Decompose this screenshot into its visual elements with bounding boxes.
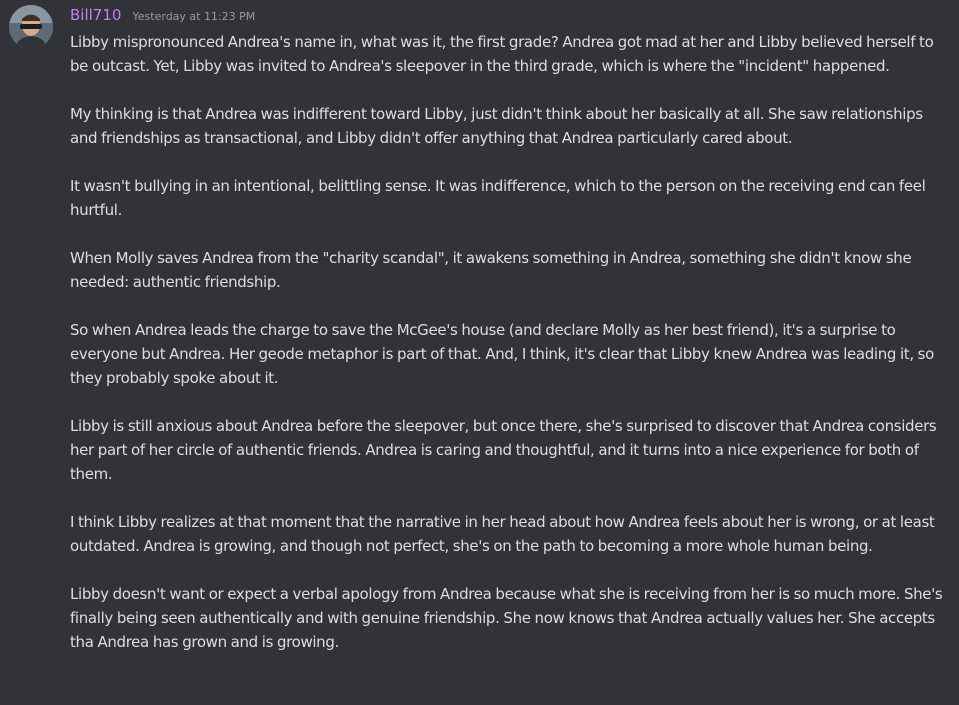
- message-paragraph: I think Libby realizes at that moment th…: [70, 513, 935, 555]
- message-paragraph: My thinking is that Andrea was indiffere…: [70, 105, 923, 147]
- message-paragraph: When Molly saves Andrea from the "charit…: [70, 249, 912, 291]
- timestamp[interactable]: Yesterday at 11:23 PM: [133, 10, 256, 23]
- message-content: Libby mispronounced Andrea's name in, wh…: [70, 30, 950, 654]
- user-avatar-icon[interactable]: [9, 5, 53, 49]
- message-paragraph: Libby mispronounced Andrea's name in, wh…: [70, 33, 934, 75]
- chat-message: Bill710 Yesterday at 11:23 PM Libby misp…: [0, 0, 959, 705]
- username[interactable]: Bill710: [70, 6, 121, 24]
- message-paragraph: Libby is still anxious about Andrea befo…: [70, 417, 937, 483]
- avatar-image: [9, 5, 53, 49]
- message-paragraph: It wasn't bullying in an intentional, be…: [70, 177, 926, 219]
- message-header: Bill710 Yesterday at 11:23 PM: [70, 0, 959, 30]
- message-paragraph: Libby doesn't want or expect a verbal ap…: [70, 585, 943, 651]
- message-paragraph: So when Andrea leads the charge to save …: [70, 321, 934, 387]
